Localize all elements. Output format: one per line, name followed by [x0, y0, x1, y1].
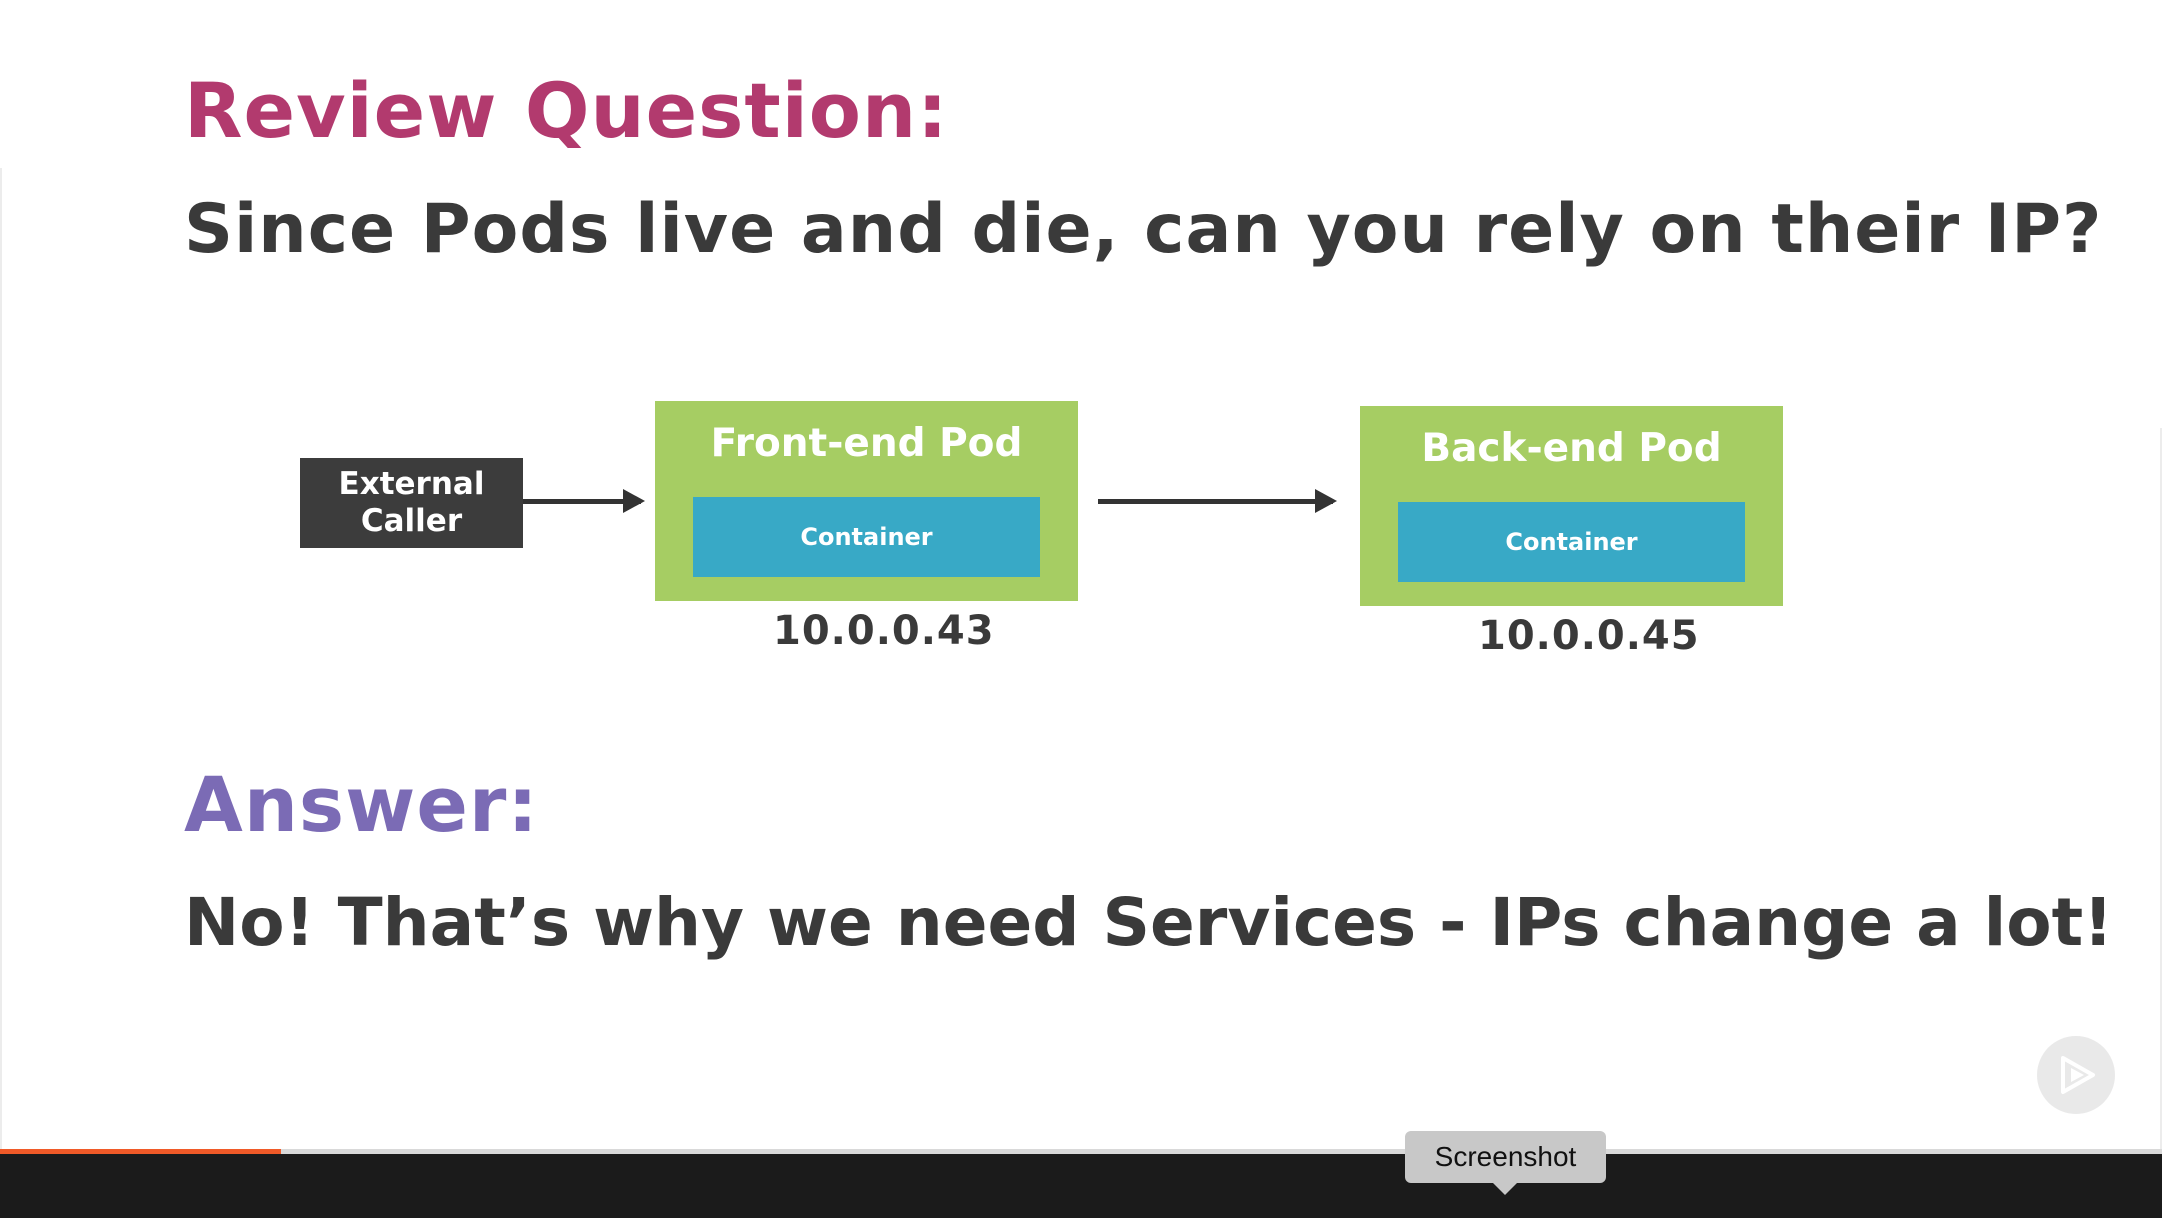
play-triangle-icon — [2061, 1056, 2095, 1094]
frontend-pod-ip: 10.0.0.43 — [773, 608, 995, 654]
frontend-to-backend-arrow — [1098, 489, 1337, 513]
frontend-pod: Front-end Pod Container — [655, 401, 1078, 601]
backend-pod-title: Back-end Pod — [1421, 426, 1722, 471]
slide-edge-divider — [0, 168, 2, 1154]
screenshot-tooltip: Screenshot — [1405, 1131, 1606, 1195]
frontend-pod-title: Front-end Pod — [710, 421, 1023, 466]
review-question-heading: Review Question: — [184, 66, 949, 155]
backend-container: Container — [1398, 502, 1745, 582]
player-control-bar — [0, 1154, 2162, 1218]
video-player: Review Question: Since Pods live and die… — [0, 0, 2162, 1218]
frontend-container: Container — [693, 497, 1040, 577]
backend-pod: Back-end Pod Container — [1360, 406, 1783, 606]
answer-heading: Answer: — [184, 760, 539, 849]
caller-to-frontend-arrow — [523, 489, 645, 513]
external-caller-box: External Caller — [300, 458, 523, 548]
question-text: Since Pods live and die, can you rely on… — [184, 190, 2103, 269]
pluralsight-play-icon[interactable] — [2037, 1036, 2115, 1114]
backend-pod-ip: 10.0.0.45 — [1478, 613, 1700, 659]
slide: Review Question: Since Pods live and die… — [0, 0, 2162, 1154]
answer-text: No! That’s why we need Services - IPs ch… — [184, 884, 2114, 961]
